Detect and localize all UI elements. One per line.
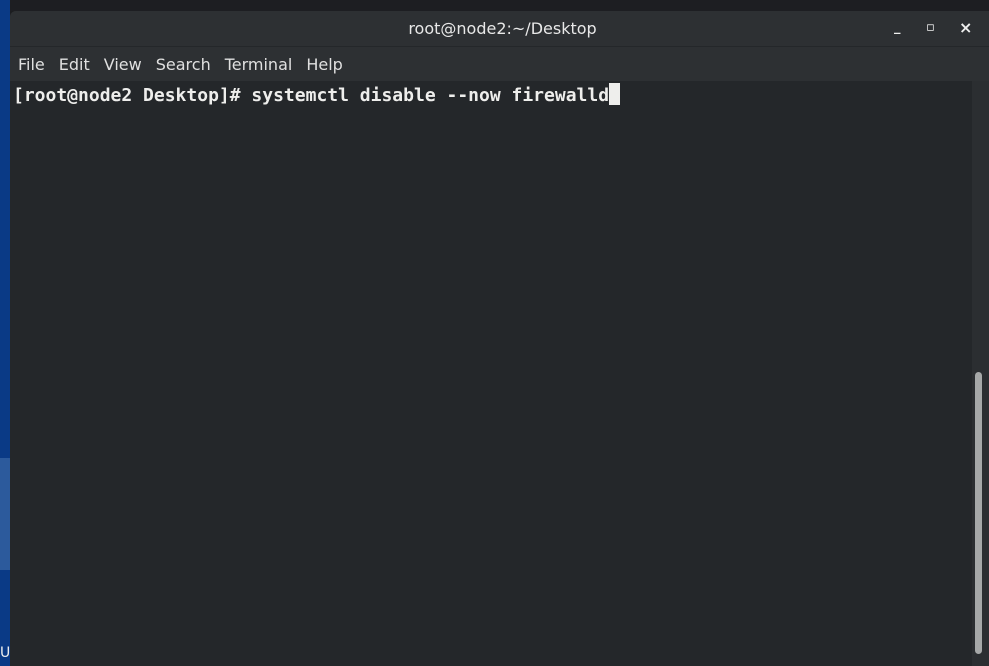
menu-help[interactable]: Help (306, 55, 342, 74)
desktop-icon-highlight (0, 458, 10, 570)
menu-file[interactable]: File (18, 55, 45, 74)
shell-prompt: [root@node2 Desktop]# (13, 85, 252, 106)
maximize-button[interactable]: ▫ (926, 20, 935, 35)
minimize-button[interactable]: _ (894, 20, 901, 35)
window-title: root@node2:~/Desktop (408, 19, 597, 38)
terminal-area[interactable]: [root@node2 Desktop]# systemctl disable … (10, 81, 972, 666)
text-cursor (609, 83, 621, 105)
menu-edit[interactable]: Edit (59, 55, 90, 74)
desktop-background (0, 0, 10, 666)
command-text: systemctl disable --now firewalld (251, 85, 610, 106)
menu-terminal[interactable]: Terminal (225, 55, 293, 74)
scrollbar[interactable] (972, 81, 988, 666)
terminal-window: root@node2:~/Desktop _ ▫ × File Edit Vie… (10, 11, 989, 666)
title-bar[interactable]: root@node2:~/Desktop _ ▫ × (10, 11, 989, 47)
desktop-top (0, 0, 989, 11)
menu-bar: File Edit View Search Terminal Help (10, 47, 989, 81)
command-line: [root@node2 Desktop]# systemctl disable … (13, 83, 621, 106)
menu-search[interactable]: Search (156, 55, 211, 74)
scrollbar-thumb[interactable] (975, 372, 982, 654)
menu-view[interactable]: View (104, 55, 142, 74)
close-button[interactable]: × (959, 18, 972, 37)
